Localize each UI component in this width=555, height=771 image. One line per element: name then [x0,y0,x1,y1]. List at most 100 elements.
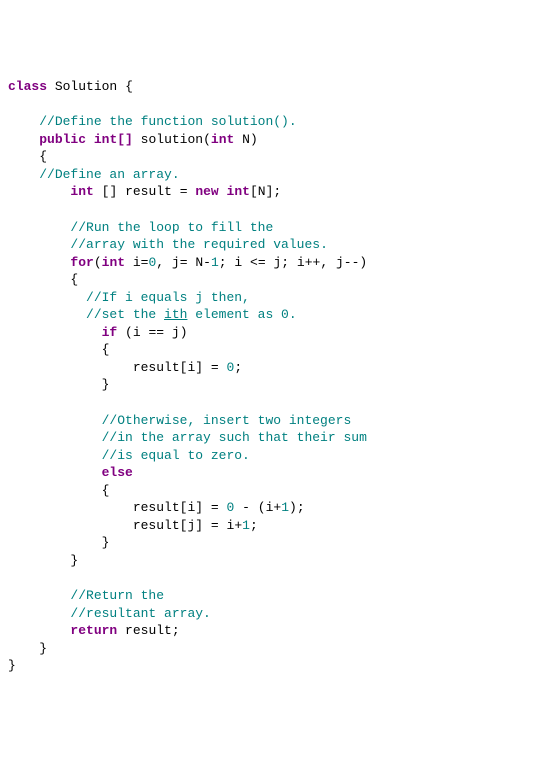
paren-close: ) [180,325,188,340]
semicolon: ; [281,255,289,270]
space [219,500,227,515]
identifier-solution-class: Solution [55,79,117,94]
comment-if-2b: element as 0. [187,307,296,322]
keyword-int: int [102,255,125,270]
brace-open: { [102,483,110,498]
space [234,500,242,515]
space [328,255,336,270]
comment-else-3: //is equal to zero. [102,448,250,463]
bracket-open: [ [250,184,258,199]
brace-close: } [70,553,78,568]
identifier-result: result [125,184,172,199]
space [117,79,125,94]
identifier-solution-fn: solution [141,132,203,147]
semicolon: ; [234,360,242,375]
number-one: 1 [242,518,250,533]
paren-close: ) [289,500,297,515]
identifier-j: j [172,325,180,340]
identifier-result: result [133,518,180,533]
keyword-int-arr: int[] [94,132,133,147]
identifier-result: result [133,360,180,375]
brace-open: { [102,342,110,357]
op-minus: - [242,500,250,515]
space [203,500,211,515]
keyword-return: return [70,623,117,638]
identifier-result: result [125,623,172,638]
comment-if-2a: //set the [86,307,164,322]
space [219,518,227,533]
brace-close: } [39,641,47,656]
paren-close: ) [359,255,367,270]
paren-open: ( [203,132,211,147]
space [250,500,258,515]
paren-close: ) [250,132,258,147]
comment-ith: ith [164,307,187,322]
comment-else-2: //in the array such that their sum [102,430,367,445]
keyword-else: else [102,465,133,480]
brace-close: } [8,658,16,673]
space [242,255,250,270]
identifier-result: result [133,500,180,515]
keyword-public: public [39,132,86,147]
comment-define-array: //Define an array. [39,167,179,182]
paren-open: ( [258,500,266,515]
comma: , [156,255,164,270]
op-le: <= [250,255,266,270]
paren-open: ( [94,255,102,270]
number-one: 1 [281,500,289,515]
bracket-close: ] [195,500,203,515]
space [203,518,211,533]
semicolon: ; [297,500,305,515]
brace-open: { [70,272,78,287]
keyword-for: for [70,255,93,270]
brace-close: } [102,535,110,550]
space [203,360,211,375]
space [117,184,125,199]
op-assign: = [211,500,219,515]
comment-return-1: //Return the [70,588,164,603]
keyword-class: class [8,79,47,94]
comment-if-1: //If i equals j then, [86,290,250,305]
space [164,255,172,270]
comment-define-func: //Define the function solution(). [39,114,296,129]
brace-open: { [125,79,133,94]
op-eqeq: == [148,325,164,340]
identifier-i: i [133,325,141,340]
identifier-j: j [172,255,180,270]
code-block: class Solution { //Define the function s… [8,78,547,675]
space [219,184,227,199]
semicolon: ; [219,255,227,270]
keyword-int: int [70,184,93,199]
space [117,325,125,340]
space [164,325,172,340]
comment-loop-1: //Run the loop to fill the [70,220,273,235]
comment-loop-2: //array with the required values. [70,237,327,252]
identifier-n: N [258,184,266,199]
op-plus: + [234,518,242,533]
identifier-j: j [336,255,344,270]
semicolon: ; [273,184,281,199]
comment-else-1: //Otherwise, insert two integers [102,413,352,428]
identifier-n: N [195,255,203,270]
keyword-if: if [102,325,118,340]
identifier-i: i [297,255,305,270]
semicolon: ; [172,623,180,638]
space [219,360,227,375]
comma: , [320,255,328,270]
identifier-i: i [133,255,141,270]
space [234,132,242,147]
identifier-n: N [242,132,250,147]
bracket-close: ] [195,360,203,375]
semicolon: ; [250,518,258,533]
number-one: 1 [211,255,219,270]
space [94,184,102,199]
op-assign: = [211,518,219,533]
op-assign: = [180,255,188,270]
space [47,79,55,94]
space [125,255,133,270]
bracket-close: ] [195,518,203,533]
brace-open: { [39,149,47,164]
space [289,255,297,270]
space [133,132,141,147]
space [172,184,180,199]
